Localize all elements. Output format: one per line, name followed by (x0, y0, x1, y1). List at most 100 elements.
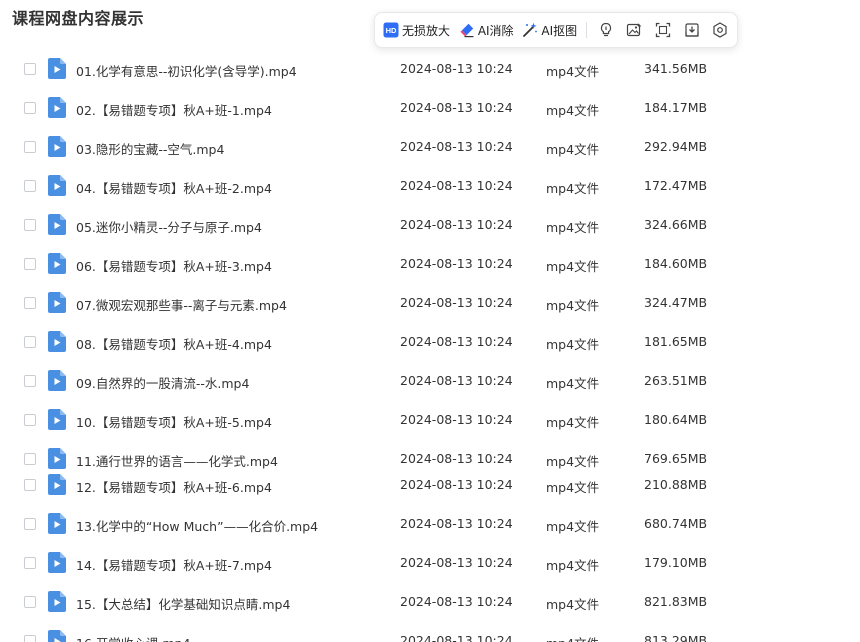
video-file-icon (48, 136, 66, 157)
row-checkbox[interactable] (24, 596, 36, 608)
file-row[interactable]: 06.【易错题专项】秋A+班-3.mp4 2024-08-13 10:24 mp… (0, 253, 860, 277)
file-name[interactable]: 06.【易错题专项】秋A+班-3.mp4 (76, 256, 272, 275)
file-row[interactable]: 09.自然界的一股清流--水.mp4 2024-08-13 10:24 mp4文… (0, 370, 860, 394)
file-name[interactable]: 11.通行世界的语言——化学式.mp4 (76, 451, 278, 470)
crop-icon[interactable] (654, 21, 672, 39)
file-name[interactable]: 01.化学有意思--初识化学(含导学).mp4 (76, 61, 297, 80)
file-name[interactable]: 15.【大总结】化学基础知识点睛.mp4 (76, 594, 290, 613)
video-file-icon (48, 253, 66, 274)
video-file-icon (48, 58, 66, 79)
row-checkbox[interactable] (24, 63, 36, 75)
row-checkbox[interactable] (24, 102, 36, 114)
video-file-icon (48, 513, 66, 534)
file-date: 2024-08-13 10:24 (400, 295, 513, 310)
file-row[interactable]: 03.隐形的宝藏--空气.mp4 2024-08-13 10:24 mp4文件 … (0, 136, 860, 160)
file-row[interactable]: 10.【易错题专项】秋A+班-5.mp4 2024-08-13 10:24 mp… (0, 409, 860, 433)
file-name[interactable]: 12.【易错题专项】秋A+班-6.mp4 (76, 477, 272, 496)
file-row[interactable]: 01.化学有意思--初识化学(含导学).mp4 2024-08-13 10:24… (0, 58, 860, 82)
video-file-icon (48, 448, 66, 469)
file-size: 263.51MB (644, 373, 708, 388)
file-size: 180.64MB (644, 412, 708, 427)
row-checkbox[interactable] (24, 518, 36, 530)
video-file-icon (48, 630, 66, 642)
file-row[interactable]: 15.【大总结】化学基础知识点睛.mp4 2024-08-13 10:24 mp… (0, 591, 860, 615)
file-name[interactable]: 04.【易错题专项】秋A+班-2.mp4 (76, 178, 272, 197)
file-date: 2024-08-13 10:24 (400, 139, 513, 154)
row-checkbox[interactable] (24, 219, 36, 231)
file-name[interactable]: 07.微观宏观那些事--离子与元素.mp4 (76, 295, 287, 314)
row-checkbox[interactable] (24, 375, 36, 387)
file-type: mp4文件 (546, 454, 600, 469)
row-checkbox[interactable] (24, 479, 36, 491)
file-name[interactable]: 02.【易错题专项】秋A+班-1.mp4 (76, 100, 272, 119)
file-type: mp4文件 (546, 633, 599, 642)
row-checkbox[interactable] (24, 336, 36, 348)
file-row[interactable]: 13.化学中的“How Much”——化合价.mp4 2024-08-13 10… (0, 513, 860, 537)
file-row[interactable]: 04.【易错题专项】秋A+班-2.mp4 2024-08-13 10:24 mp… (0, 175, 860, 199)
file-date: 2024-08-13 10:24 (400, 412, 513, 427)
file-type: mp4文件 (546, 298, 600, 313)
row-checkbox[interactable] (24, 453, 36, 465)
file-name[interactable]: 08.【易错题专项】秋A+班-4.mp4 (76, 334, 272, 353)
file-type: mp4文件 (546, 142, 600, 157)
file-row[interactable]: 07.微观宏观那些事--离子与元素.mp4 2024-08-13 10:24 m… (0, 292, 860, 316)
file-row[interactable]: 05.迷你小精灵--分子与原子.mp4 2024-08-13 10:24 mp4… (0, 214, 860, 238)
file-size: 341.56MB (644, 61, 708, 76)
file-name[interactable]: 16.开学收心课.mp4 (76, 633, 190, 642)
file-name[interactable]: 05.迷你小精灵--分子与原子.mp4 (76, 217, 262, 236)
row-checkbox[interactable] (24, 557, 36, 569)
file-size: 172.47MB (644, 178, 708, 193)
file-row[interactable]: 14.【易错题专项】秋A+班-7.mp4 2024-08-13 10:24 mp… (0, 552, 860, 576)
video-file-icon (48, 292, 66, 313)
image-edit-icon[interactable] (626, 21, 644, 39)
row-checkbox[interactable] (24, 258, 36, 270)
toolbar-divider (586, 22, 588, 38)
file-row[interactable]: 08.【易错题专项】秋A+班-4.mp4 2024-08-13 10:24 mp… (0, 331, 860, 355)
video-file-icon (48, 97, 66, 118)
row-checkbox[interactable] (24, 414, 36, 426)
ai-erase-button[interactable]: AI消除 (459, 18, 514, 42)
file-size: 184.17MB (644, 100, 708, 115)
ai-cutout-button[interactable]: AI抠图 (522, 18, 577, 42)
file-size: 813.29MB (644, 633, 708, 642)
file-type: mp4文件 (546, 220, 600, 235)
file-type: mp4文件 (546, 519, 600, 534)
row-checkbox[interactable] (24, 141, 36, 153)
lossless-zoom-button[interactable]: HD 无损放大 (383, 18, 450, 42)
settings-gear-icon[interactable] (711, 21, 729, 39)
file-type: mp4文件 (546, 558, 600, 573)
download-icon[interactable] (683, 21, 701, 39)
lightbulb-icon[interactable] (597, 21, 615, 39)
row-checkbox[interactable] (24, 635, 36, 642)
file-size: 210.88MB (644, 477, 708, 492)
file-size: 324.47MB (644, 295, 708, 310)
file-date: 2024-08-13 10:24 (400, 178, 513, 193)
file-name[interactable]: 10.【易错题专项】秋A+班-5.mp4 (76, 412, 272, 431)
file-date: 2024-08-13 10:24 (400, 217, 513, 232)
file-size: 179.10MB (644, 555, 708, 570)
file-row[interactable]: 12.【易错题专项】秋A+班-6.mp4 2024-08-13 10:24 mp… (0, 474, 860, 498)
row-checkbox[interactable] (24, 180, 36, 192)
file-size: 181.65MB (644, 334, 708, 349)
lossless-zoom-label: 无损放大 (402, 23, 451, 38)
file-name[interactable]: 03.隐形的宝藏--空气.mp4 (76, 139, 224, 158)
video-file-icon (48, 552, 66, 573)
video-file-icon (48, 474, 66, 495)
hd-badge-text: HD (386, 26, 397, 35)
file-row[interactable]: 16.开学收心课.mp4 2024-08-13 10:24 mp4文件 813.… (0, 630, 860, 642)
row-checkbox[interactable] (24, 297, 36, 309)
file-name[interactable]: 09.自然界的一股清流--水.mp4 (76, 373, 249, 392)
file-size: 324.66MB (644, 217, 708, 232)
file-row[interactable]: 11.通行世界的语言——化学式.mp4 2024-08-13 10:24 mp4… (0, 448, 860, 472)
file-type: mp4文件 (546, 259, 600, 274)
file-name[interactable]: 14.【易错题专项】秋A+班-7.mp4 (76, 555, 272, 574)
file-name[interactable]: 13.化学中的“How Much”——化合价.mp4 (76, 516, 318, 535)
file-date: 2024-08-13 10:24 (400, 516, 513, 531)
file-date: 2024-08-13 10:24 (400, 594, 513, 609)
file-size: 821.83MB (644, 594, 708, 609)
image-tools-toolbar: HD 无损放大 AI消除 AI抠图 (374, 12, 738, 48)
file-date: 2024-08-13 10:24 (400, 373, 513, 388)
ai-cutout-label: AI抠图 (541, 23, 578, 38)
file-row[interactable]: 02.【易错题专项】秋A+班-1.mp4 2024-08-13 10:24 mp… (0, 97, 860, 121)
file-date: 2024-08-13 10:24 (400, 633, 513, 642)
